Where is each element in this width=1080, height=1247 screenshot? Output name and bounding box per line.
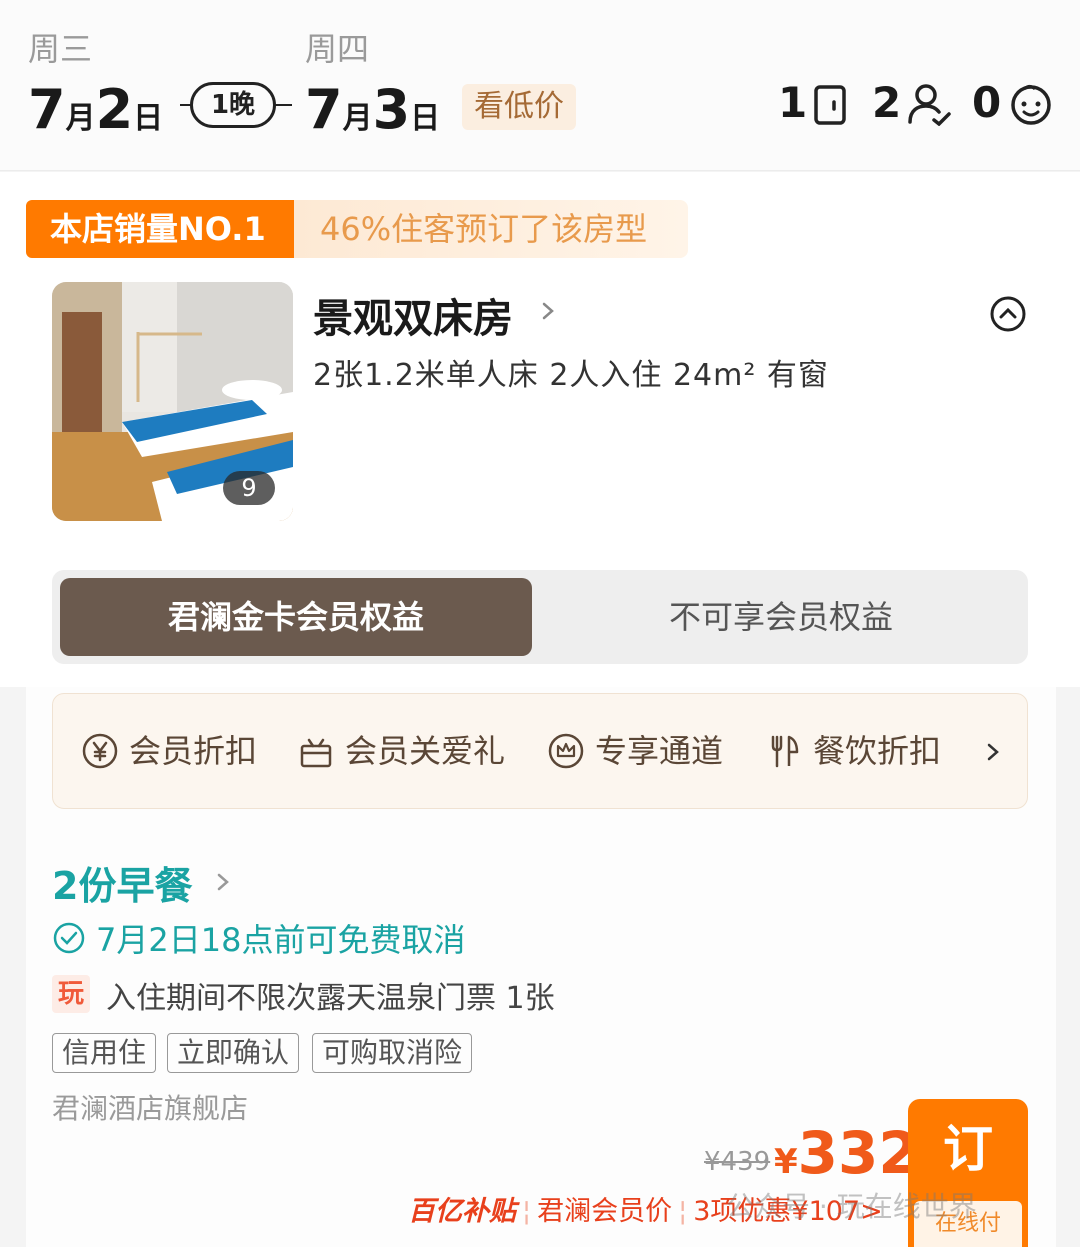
checkin-month-unit: 月 <box>65 101 96 136</box>
tab-no-member-benefits[interactable]: 不可享会员权益 <box>542 578 1020 656</box>
watermark: 公众号 · 玩在线世界 <box>726 1190 977 1223</box>
original-price: ¥439 <box>704 1147 771 1177</box>
chevron-right-icon <box>217 873 229 891</box>
checkin-weekday: 周三 <box>28 30 93 68</box>
yen-circle-icon <box>82 733 118 769</box>
checkin-day: 2 <box>95 78 134 141</box>
photo-count: 9 <box>223 471 275 505</box>
play-tag: 玩 <box>52 975 90 1013</box>
child-count[interactable]: 0 <box>972 78 1001 127</box>
checkout-day-unit: 日 <box>410 101 441 136</box>
tag-instant-confirm: 立即确认 <box>167 1033 300 1073</box>
checkout-day: 3 <box>372 78 411 141</box>
adult-count[interactable]: 2 <box>872 78 901 127</box>
perk-label: 餐饮折扣 <box>813 732 942 770</box>
play-text: 入住期间不限次露天温泉门票 1张 <box>106 981 555 1016</box>
gift-icon <box>300 738 332 768</box>
member-price-label: 君澜会员价 <box>537 1196 673 1227</box>
bestseller-badge: 本店销量NO.1 <box>26 200 294 258</box>
store-name: 君澜酒店旗舰店 <box>52 1092 249 1125</box>
room-specs: 2张1.2米单人床 2人入住 24m² 有窗 <box>313 358 829 393</box>
price-currency: ¥ <box>774 1142 798 1182</box>
tab-member-benefits[interactable]: 君澜金卡会员权益 <box>60 578 532 656</box>
checkout-month-unit: 月 <box>342 101 373 136</box>
book-button-label: 订 <box>943 1120 993 1178</box>
checkout-weekday: 周四 <box>305 30 370 68</box>
adult-icon <box>908 84 951 126</box>
tag-cancel-insurance: 可购取消险 <box>312 1033 473 1073</box>
checkin-date[interactable]: 7月2日 <box>28 78 163 141</box>
room-photo[interactable]: 9 <box>52 282 293 521</box>
nights-count: 1晚 <box>190 82 276 128</box>
date-bar[interactable]: 周三 周四 7月2日 1晚 7月3日 看低价 1 2 0 <box>0 0 1080 171</box>
crown-icon <box>548 733 584 769</box>
low-price-button[interactable]: 看低价 <box>462 84 576 130</box>
child-icon <box>1011 85 1051 125</box>
chevron-right-icon <box>542 302 554 320</box>
rate-plan: 会员折扣 会员关爱礼 专享通道 餐饮折扣 2份早餐 7月2日18点前可免费取消 … <box>26 687 1056 1247</box>
room-card: 本店销量NO.1 46%住客预订了该房型 9 景观双床房 2张1.2米单人床 2… <box>0 172 1080 687</box>
breakfast-info[interactable]: 2份早餐 <box>52 855 192 910</box>
checkin-month: 7 <box>28 78 66 141</box>
utensils-icon <box>771 735 799 768</box>
room-name[interactable]: 景观双床房 <box>313 286 513 344</box>
checkout-date[interactable]: 7月3日 <box>305 78 440 141</box>
chevron-right-icon <box>987 743 999 761</box>
cancel-text: 7月2日18点前可免费取消 <box>96 921 466 959</box>
perk-label: 专享通道 <box>595 732 724 770</box>
room-count[interactable]: 1 <box>778 78 807 127</box>
perk-label: 会员折扣 <box>129 732 258 770</box>
checkout-month: 7 <box>305 78 343 141</box>
current-price: ¥332 <box>774 1119 919 1187</box>
subsidy-label: 百亿补贴 <box>408 1196 516 1227</box>
collapse-icon[interactable] <box>990 296 1026 332</box>
tag-credit-stay: 信用住 <box>52 1033 157 1073</box>
door-icon <box>814 85 846 125</box>
checkin-day-unit: 日 <box>133 101 164 136</box>
member-perks-bar[interactable]: 会员折扣 会员关爱礼 专享通道 餐饮折扣 <box>52 693 1028 809</box>
perk-label: 会员关爱礼 <box>345 732 506 770</box>
promo-separator: ¦ <box>522 1196 532 1227</box>
booking-share-badge: 46%住客预订了该房型 <box>294 200 688 258</box>
check-circle-icon <box>53 922 85 954</box>
member-tabs: 君澜金卡会员权益 不可享会员权益 <box>52 570 1028 664</box>
promo-separator: ¦ <box>678 1196 688 1227</box>
price-amount: 332 <box>797 1119 919 1187</box>
